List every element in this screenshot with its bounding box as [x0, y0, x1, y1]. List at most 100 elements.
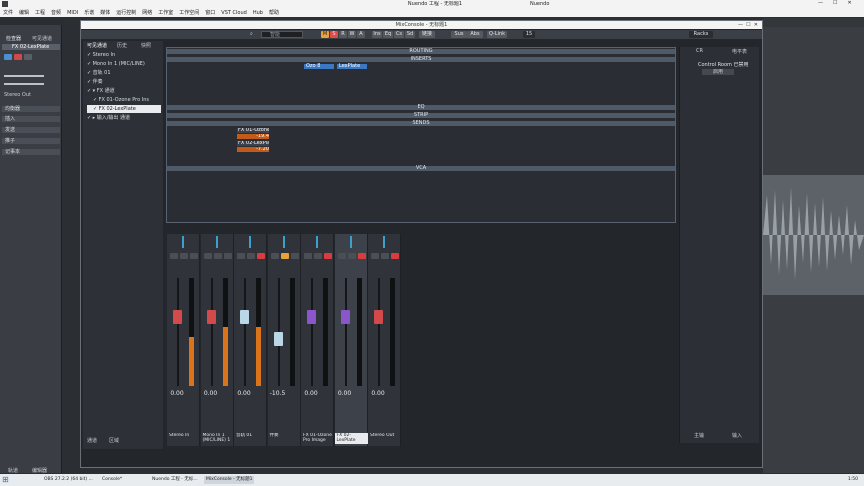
monitor-button[interactable] [304, 253, 312, 259]
volume-readout[interactable]: 0.00 [234, 390, 254, 397]
section-sends[interactable]: 发送 [2, 127, 60, 133]
menu-project[interactable]: 工程 [32, 9, 48, 17]
insert-slot-ozone[interactable]: Ozo 8 [304, 64, 334, 69]
fader-handle[interactable] [173, 310, 182, 324]
volume-readout[interactable]: 0.00 [368, 390, 388, 397]
monitor-button[interactable] [270, 253, 279, 259]
channel-name[interactable]: Mono In 1 (MIC/LINE) 1 [201, 433, 234, 444]
tab-history[interactable]: 历史 [117, 42, 133, 49]
menu-hub[interactable]: Hub [250, 9, 266, 17]
mute-button[interactable] [24, 54, 32, 60]
send-slot-1-label[interactable]: FX 01-Ozone_... [237, 128, 269, 133]
list-item[interactable]: ✓ Mono In 1 (MIC/LINE) [87, 60, 161, 68]
sends-rack-header[interactable]: SENDS [167, 121, 675, 126]
mute-button[interactable] [347, 253, 356, 259]
section-inserts[interactable]: 插入 [2, 116, 60, 122]
section-notepad[interactable]: 记事本 [2, 149, 60, 155]
inserts-rack-header[interactable]: INSERTS [167, 57, 675, 62]
tab-input[interactable]: 输入 [732, 432, 748, 439]
channel-name[interactable]: FX 02-LexPlate [334, 433, 368, 444]
suspend-button[interactable]: Sus [451, 31, 467, 38]
mute-button[interactable] [280, 253, 289, 259]
send-slot-2-label[interactable]: FX 02-LexPlate [237, 141, 269, 146]
menu-score[interactable]: 乐谱 [81, 9, 97, 17]
automation-button[interactable]: A [357, 31, 365, 38]
volume-readout[interactable]: 0.00 [335, 390, 355, 397]
fader-track[interactable] [311, 278, 313, 386]
tab-meter[interactable]: 电平表 [732, 48, 752, 55]
tab-track[interactable]: 轨道 [8, 467, 28, 474]
menu-audio[interactable]: 音频 [48, 9, 64, 17]
section-eq[interactable]: 均衡器 [2, 106, 60, 112]
menu-transport[interactable]: 运行控制 [113, 9, 139, 17]
menu-help[interactable]: 帮助 [266, 9, 282, 17]
output-routing[interactable]: Stereo Out [4, 92, 44, 98]
mute-button[interactable] [381, 253, 389, 259]
enable-control-room-button[interactable]: 启用 [702, 69, 734, 75]
record-button[interactable] [290, 253, 299, 259]
tool-eq[interactable]: Eq [383, 31, 393, 38]
link-dropdown[interactable]: 链接 [419, 31, 435, 38]
tab-cr[interactable]: CR [696, 48, 712, 54]
section-fader[interactable]: 推子 [2, 138, 60, 144]
tool-cs[interactable]: Cs [394, 31, 404, 38]
mute-button[interactable] [314, 253, 322, 259]
send-slot-2-level[interactable]: -7.20 [237, 147, 269, 152]
list-item[interactable]: ✓ ▸ 输入/输出 通道 [87, 114, 161, 122]
volume-readout[interactable]: 0.00 [201, 390, 221, 397]
record-button[interactable] [190, 253, 198, 259]
fader-track[interactable] [244, 278, 246, 386]
mute-button[interactable] [247, 253, 255, 259]
monitor-button[interactable] [337, 253, 346, 259]
tab-editor[interactable]: 编辑器 [32, 467, 52, 474]
monitor-button[interactable] [170, 253, 178, 259]
monitor-button[interactable] [237, 253, 245, 259]
fader-track[interactable] [344, 278, 347, 386]
tab-visibility[interactable]: 可见通道 [32, 35, 60, 42]
channel-name[interactable]: 音轨 01 [234, 433, 267, 444]
send-slot-1-level[interactable]: -19.4 [237, 134, 269, 139]
read-all-button[interactable]: R [339, 31, 347, 38]
channel-name[interactable]: FX 01-Ozone Pro Image [301, 433, 334, 444]
menu-file[interactable]: 文件 [0, 9, 16, 17]
tab-visibility-channels[interactable]: 可见通道 [87, 42, 109, 49]
fader-handle[interactable] [374, 310, 383, 324]
volume-slider[interactable] [4, 75, 44, 77]
fader-handle[interactable] [240, 310, 249, 324]
audio-waveform[interactable] [763, 175, 864, 295]
list-item[interactable]: ✓ FX 01-Ozone Pro Ins [87, 96, 161, 104]
menu-media[interactable]: 媒体 [97, 9, 113, 17]
tool-sends[interactable]: Sd [405, 31, 415, 38]
eq-rack-header[interactable]: EQ [167, 105, 675, 110]
list-item[interactable]: ✓ 音轨 01 [87, 69, 161, 77]
absolute-button[interactable]: Abs [467, 31, 483, 38]
taskbar-console[interactable]: Console* [100, 476, 144, 484]
tab-channels[interactable]: 通道 [87, 437, 101, 444]
pan-slider[interactable] [4, 83, 44, 85]
record-button[interactable] [14, 54, 22, 60]
record-button[interactable] [223, 253, 232, 259]
tab-zones[interactable]: 区域 [109, 437, 123, 444]
search-field[interactable]: 智能 [261, 31, 303, 38]
fader-handle[interactable] [307, 310, 316, 324]
insert-slot-lexplate[interactable]: LexPlate [337, 64, 367, 69]
menu-edit[interactable]: 编辑 [16, 9, 32, 17]
menu-network[interactable]: 网络 [139, 9, 155, 17]
monitor-button[interactable] [203, 253, 212, 259]
channel-name[interactable]: Stereo In [167, 433, 200, 444]
qlink-button[interactable]: Q-Link [487, 31, 507, 38]
vca-rack-header[interactable]: VCA [167, 166, 675, 171]
fader-track[interactable] [177, 278, 179, 386]
menu-window[interactable]: 窗口 [202, 9, 218, 17]
tab-main[interactable]: 主输 [694, 432, 710, 439]
fader-handle[interactable] [340, 310, 350, 324]
windows-start-icon[interactable]: ⊞ [2, 476, 10, 484]
monitor-button[interactable] [371, 253, 379, 259]
tab-snapshots[interactable]: 快照 [141, 42, 157, 49]
routing-rack-header[interactable]: ROUTING [167, 49, 675, 54]
taskbar-nuendo[interactable]: Nuendo 工程 - 无标... [150, 476, 200, 484]
racks-dropdown[interactable]: Racks [689, 31, 713, 38]
fader-track[interactable] [378, 278, 380, 386]
record-button[interactable] [357, 253, 366, 259]
volume-readout[interactable]: 0.00 [301, 390, 321, 397]
